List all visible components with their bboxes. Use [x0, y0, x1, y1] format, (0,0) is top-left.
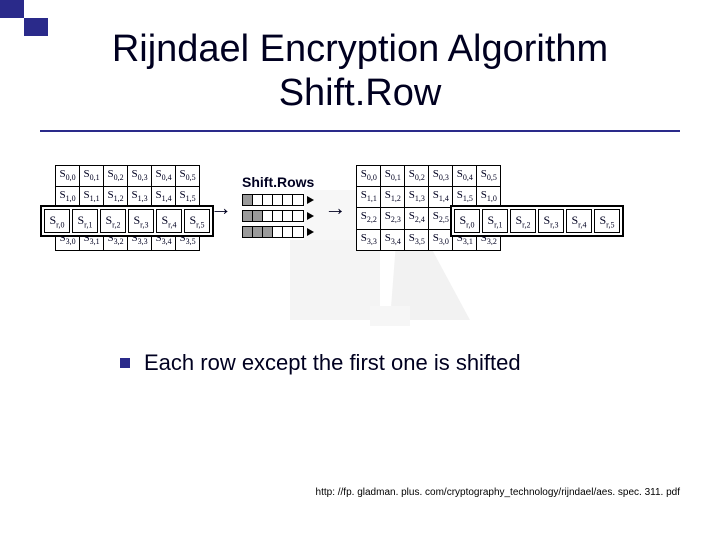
state-cell: S1,3 [405, 187, 429, 208]
source-url: http: //fp. gladman. plus. com/cryptogra… [280, 487, 680, 498]
title-underline [40, 130, 680, 132]
state-cell: S0,5 [176, 166, 200, 187]
state-cell: S3,3 [357, 229, 381, 250]
state-cell: S0,5 [477, 166, 501, 187]
state-cell: S0,0 [56, 166, 80, 187]
mini-arrow-icon [307, 228, 314, 236]
state-cell: S0,2 [405, 166, 429, 187]
mini-arrow-icon [307, 196, 314, 204]
highlight-cell: Sr,1 [72, 209, 98, 233]
mini-shift-row [242, 210, 314, 222]
mini-shift-row [242, 194, 314, 206]
highlight-cell: Sr,1 [482, 209, 508, 233]
bullet-point: Each row except the first one is shifted [120, 350, 521, 376]
title-line1: Rijndael Encryption Algorithm [112, 28, 608, 70]
slide-title: Rijndael Encryption Algorithm Shift.Row [0, 28, 720, 115]
state-cell: S3,4 [381, 229, 405, 250]
highlight-cell: Sr,3 [538, 209, 564, 233]
highlight-cell: Sr,3 [128, 209, 154, 233]
state-cell: S1,1 [357, 187, 381, 208]
bullet-square-icon [120, 358, 130, 368]
highlight-row-output: Sr,0Sr,1Sr,2Sr,3Sr,4Sr,5 [450, 205, 624, 237]
mini-shift-row [242, 226, 314, 238]
highlight-cell: Sr,2 [510, 209, 536, 233]
state-cell: S0,1 [381, 166, 405, 187]
state-cell: S1,2 [381, 187, 405, 208]
state-cell: S0,4 [453, 166, 477, 187]
state-cell: S2,3 [381, 208, 405, 229]
title-line2: Shift.Row [279, 72, 442, 114]
state-cell: S3,5 [405, 229, 429, 250]
highlight-cell: Sr,4 [156, 209, 182, 233]
shift-operation-box: Shift.Rows [242, 174, 314, 242]
state-cell: S0,4 [152, 166, 176, 187]
state-cell: S2,2 [357, 208, 381, 229]
highlight-cell: Sr,2 [100, 209, 126, 233]
mini-arrow-icon [307, 212, 314, 220]
state-cell: S0,1 [80, 166, 104, 187]
state-cell: S2,4 [405, 208, 429, 229]
shift-label: Shift.Rows [242, 174, 314, 190]
highlight-cell: Sr,0 [454, 209, 480, 233]
highlight-row-input: Sr,0Sr,1Sr,2Sr,3Sr,4Sr,5 [40, 205, 214, 237]
state-cell: S0,0 [357, 166, 381, 187]
state-cell: S0,2 [104, 166, 128, 187]
highlight-cell: Sr,5 [594, 209, 620, 233]
arrow-icon: → [322, 195, 348, 221]
state-cell: S0,3 [429, 166, 453, 187]
highlight-cell: Sr,0 [44, 209, 70, 233]
highlight-cell: Sr,4 [566, 209, 592, 233]
state-cell: S0,3 [128, 166, 152, 187]
bullet-text: Each row except the first one is shifted [144, 350, 521, 376]
highlight-cell: Sr,5 [184, 209, 210, 233]
